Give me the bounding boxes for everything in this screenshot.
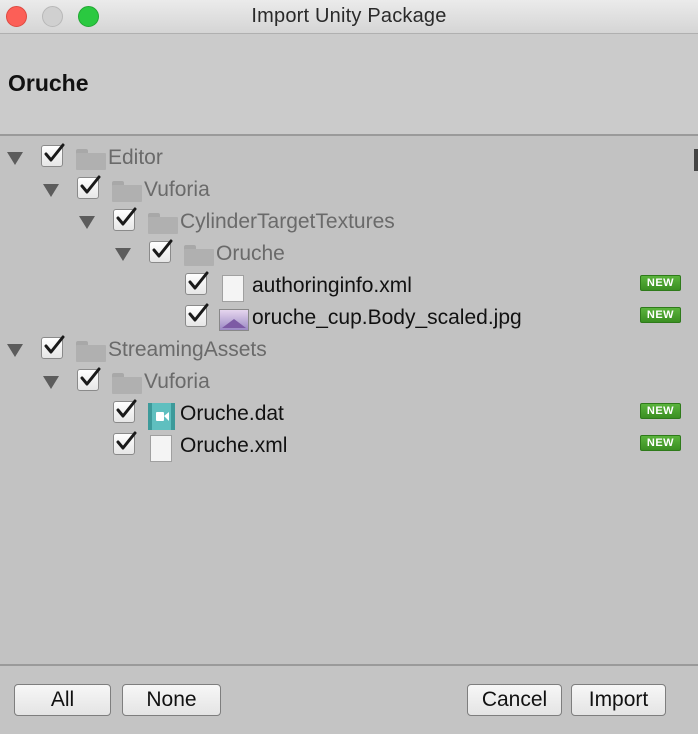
new-badge: NEW xyxy=(640,403,681,419)
button-bar: All None Cancel Import xyxy=(0,664,698,734)
item-checkbox[interactable] xyxy=(113,399,137,423)
new-badge: NEW xyxy=(640,275,681,291)
tree-row[interactable]: Vuforia xyxy=(0,365,698,397)
folder-icon xyxy=(112,373,142,394)
tree-row[interactable]: Editor xyxy=(0,141,698,173)
folder-icon xyxy=(76,341,106,362)
tree-row[interactable]: StreamingAssets xyxy=(0,333,698,365)
folder-icon xyxy=(148,213,178,234)
file-icon xyxy=(222,275,244,302)
tree-row[interactable]: CylinderTargetTextures xyxy=(0,205,698,237)
new-badge: NEW xyxy=(640,435,681,451)
item-checkbox[interactable] xyxy=(77,367,101,391)
item-checkbox[interactable] xyxy=(185,303,209,327)
tree-row[interactable]: authoringinfo.xml NEW xyxy=(0,269,698,302)
tree-item-label: Editor xyxy=(108,146,163,169)
checkmark-icon xyxy=(152,239,173,258)
item-checkbox[interactable] xyxy=(113,207,137,231)
tree-row[interactable]: Vuforia xyxy=(0,173,698,205)
package-header: Oruche xyxy=(0,34,698,171)
package-name: Oruche xyxy=(8,70,89,96)
expand-triangle-icon[interactable] xyxy=(43,184,59,197)
checkmark-icon xyxy=(116,399,137,418)
folder-icon xyxy=(184,245,214,266)
checkmark-icon xyxy=(80,175,101,194)
image-icon xyxy=(219,309,249,331)
tree-item-label: authoringinfo.xml xyxy=(252,274,412,297)
item-checkbox[interactable] xyxy=(41,143,65,167)
window-title: Import Unity Package xyxy=(251,5,447,27)
expand-triangle-icon[interactable] xyxy=(115,248,131,261)
folder-icon xyxy=(112,181,142,202)
tree-item-label: Vuforia xyxy=(144,370,210,393)
checkmark-icon xyxy=(44,143,65,162)
item-checkbox[interactable] xyxy=(41,335,65,359)
title-bar: Import Unity Package xyxy=(0,0,698,34)
new-badge: NEW xyxy=(640,307,681,323)
checkmark-icon xyxy=(80,367,101,386)
tree-row[interactable]: Oruche.dat NEW xyxy=(0,397,698,430)
folder-icon xyxy=(76,149,106,170)
tree-item-label: Oruche.xml xyxy=(180,434,288,457)
tree-item-label: Vuforia xyxy=(144,178,210,201)
select-none-button[interactable]: None xyxy=(122,684,221,716)
expand-triangle-icon[interactable] xyxy=(43,376,59,389)
select-all-button[interactable]: All xyxy=(14,684,111,716)
tree-item-label: CylinderTargetTextures xyxy=(180,210,395,233)
checkmark-icon xyxy=(116,207,137,226)
item-checkbox[interactable] xyxy=(185,271,209,295)
file-icon xyxy=(150,435,172,462)
tree-row[interactable]: Oruche.xml NEW xyxy=(0,429,698,462)
tree-item-label: Oruche xyxy=(216,242,285,265)
expand-triangle-icon[interactable] xyxy=(7,344,23,357)
tree-item-label: Oruche.dat xyxy=(180,402,284,425)
checkmark-icon xyxy=(44,335,65,354)
checkmark-icon xyxy=(116,431,137,450)
cancel-button[interactable]: Cancel xyxy=(467,684,562,716)
item-checkbox[interactable] xyxy=(113,431,137,455)
package-tree: Editor Vuforia CylinderTargetTextures Or… xyxy=(0,136,698,664)
expand-triangle-icon[interactable] xyxy=(7,152,23,165)
checkmark-icon xyxy=(188,271,209,290)
expand-triangle-icon[interactable] xyxy=(79,216,95,229)
tree-item-label: oruche_cup.Body_scaled.jpg xyxy=(252,306,522,329)
checkmark-icon xyxy=(188,303,209,322)
video-icon xyxy=(148,403,175,430)
tree-row[interactable]: oruche_cup.Body_scaled.jpg NEW xyxy=(0,301,698,333)
import-button[interactable]: Import xyxy=(571,684,666,716)
tree-row[interactable]: Oruche xyxy=(0,237,698,269)
tree-item-label: StreamingAssets xyxy=(108,338,267,361)
item-checkbox[interactable] xyxy=(149,239,173,263)
item-checkbox[interactable] xyxy=(77,175,101,199)
